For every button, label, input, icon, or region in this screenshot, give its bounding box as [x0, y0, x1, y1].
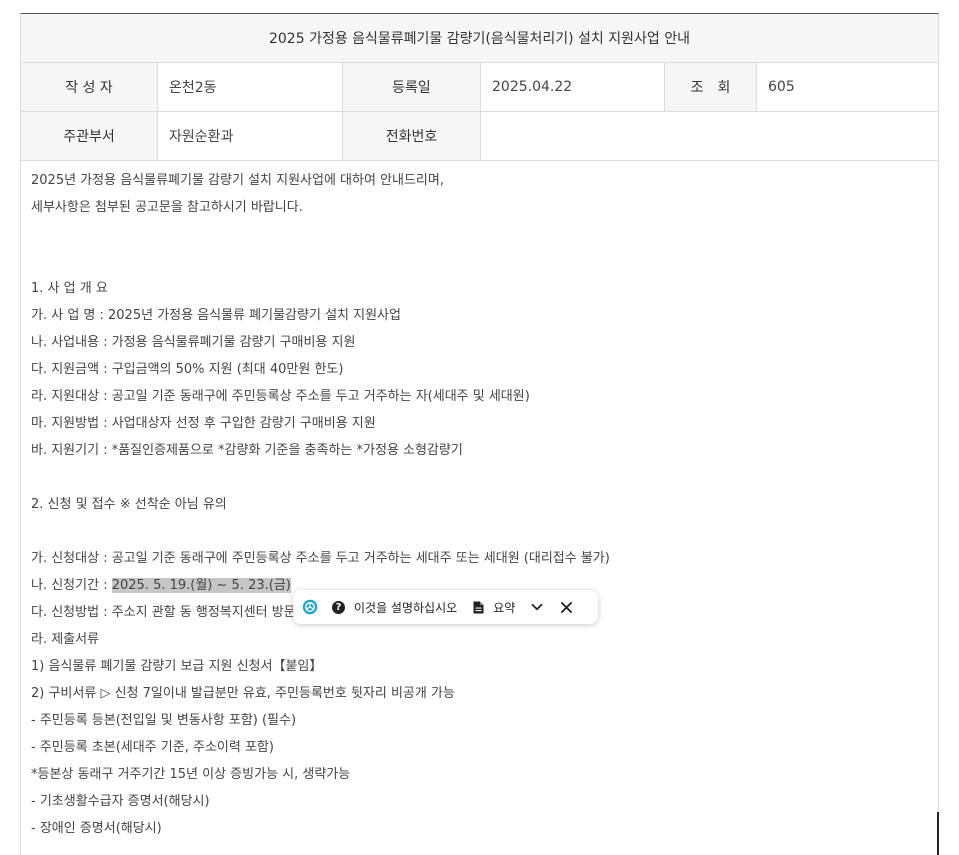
selected-period-text[interactable]: 2025. 5. 19.(월) ~ 5. 23.(금) — [111, 578, 291, 593]
scrollbar-edge — [937, 812, 939, 855]
body-line: 나. 사업내용 : 가정용 음식물류폐기물 감량기 구매비용 지원 — [31, 335, 356, 350]
body-line — [31, 469, 928, 496]
author-value: 온천2동 — [157, 63, 342, 111]
body-line: - 주민등록 등본(전입일 및 변동사항 포함) (필수) — [31, 713, 297, 728]
chevron-down-icon[interactable] — [531, 601, 543, 613]
body-line: 마. 지원방법 : 사업대상자 선정 후 구입한 감량기 구매비용 지원 — [31, 416, 376, 431]
views-value: 605 — [756, 63, 938, 111]
body-line: 2025년 가정용 음식물류폐기물 감량기 설치 지원사업에 대하여 안내드리며… — [31, 173, 444, 188]
selection-popup: ? 이것을 설명하십시오 요약 — [293, 590, 598, 624]
phone-label: 전화번호 — [342, 112, 480, 160]
date-label: 등록일 — [342, 63, 480, 111]
document-icon — [473, 601, 484, 613]
explain-label: 이것을 설명하십시오 — [354, 600, 458, 615]
summary-button[interactable]: 요약 — [457, 599, 515, 616]
author-label: 작 성 자 — [21, 63, 157, 111]
body-line: 2) 구비서류 ▷ 신청 7일이내 발급분만 유효, 주민등록번호 뒷자리 비공… — [31, 686, 455, 701]
body-line: 1. 사 업 개 요 — [31, 281, 108, 296]
body-line: 라. 제출서류 — [31, 632, 100, 647]
phone-value — [480, 112, 938, 160]
body-line: 바. 지원기기 : *품질인증제품으로 *감량화 기준을 충족하는 *가정용 소… — [31, 443, 463, 458]
body-line: *등본상 동래구 거주기간 15년 이상 증빙가능 시, 생략가능 — [31, 767, 351, 782]
body-line — [31, 523, 928, 550]
body-line: - 장애인 증명서(해당시) — [31, 821, 162, 836]
body-line: - 기초생활수급자 증명서(해당시) — [31, 794, 210, 809]
summary-label: 요약 — [493, 600, 516, 615]
body-line: 다. 지원금액 : 구입금액의 50% 지원 (최대 40만원 한도) — [31, 362, 344, 377]
body-line: 2. 신청 및 접수 ※ 선착순 아님 유의 — [31, 497, 227, 512]
body-line — [31, 226, 928, 253]
question-icon: ? — [332, 600, 345, 614]
chatgpt-icon[interactable] — [302, 599, 318, 615]
dept-value: 자원순환과 — [157, 112, 342, 160]
views-label: 조 회 — [664, 63, 756, 111]
post-title: 2025 가정용 음식물류폐기물 감량기(음식물처리기) 설치 지원사업 안내 — [21, 14, 938, 63]
post-board: 2025 가정용 음식물류폐기물 감량기(음식물처리기) 설치 지원사업 안내 … — [20, 13, 939, 855]
date-value: 2025.04.22 — [480, 63, 664, 111]
explain-button[interactable]: ? 이것을 설명하십시오 — [318, 599, 457, 616]
body-line: 라. 지원대상 : 공고일 기준 동래구에 주민등록상 주소를 두고 거주하는 … — [31, 389, 530, 404]
body-line: 가. 신청대상 : 공고일 기준 동래구에 주민등록상 주소를 두고 거주하는 … — [31, 551, 610, 566]
dept-label: 주관부서 — [21, 112, 157, 160]
body-line: 1) 음식물류 폐기물 감량기 보급 지원 신청서【붙임】 — [31, 659, 323, 674]
info-row-2: 주관부서 자원순환과 전화번호 — [21, 112, 938, 161]
close-icon[interactable] — [561, 601, 573, 613]
period-prefix: 나. 신청기간 : — [31, 578, 112, 593]
body-line: - 주민등록 초본(세대주 기준, 주소이력 포함) — [31, 740, 274, 755]
info-row-1: 작 성 자 온천2동 등록일 2025.04.22 조 회 605 — [21, 63, 938, 112]
body-line: 세부사항은 첨부된 공고문을 참고하시기 바랍니다. — [31, 200, 303, 215]
body-line — [31, 253, 928, 280]
post-content: 2025년 가정용 음식물류폐기물 감량기 설치 지원사업에 대하여 안내드리며… — [21, 161, 938, 847]
body-line: 가. 사 업 명 : 2025년 가정용 음식물류 폐기물감량기 설치 지원사업 — [31, 308, 401, 323]
